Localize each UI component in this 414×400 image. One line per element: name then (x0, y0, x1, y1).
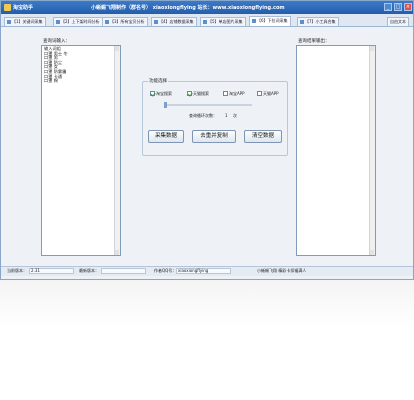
checkbox-taobao-app[interactable]: 淘宝APP (223, 91, 245, 97)
repeat-count-unit: 次 (233, 113, 237, 118)
checkbox-checked-icon[interactable] (150, 91, 155, 96)
checkbox-taobao-search[interactable]: 淘宝搜索 (150, 91, 172, 97)
checkbox-tmall-app[interactable]: 天猫APP (257, 91, 279, 97)
repeat-count-slider[interactable] (164, 102, 252, 108)
latest-version-label: 最新版本： (79, 268, 99, 273)
tab-all-items[interactable]: 【3】所有宝贝分析 (102, 17, 148, 26)
title-bar: 淘宝助手 小蜥蜴飞翔制作（群名号） xiaoxiongflying 站长：www… (1, 1, 413, 14)
checkbox-unchecked-icon[interactable] (223, 91, 228, 96)
vertical-scrollbar[interactable] (369, 46, 375, 255)
maximize-button[interactable]: □ (394, 3, 402, 11)
tab-shop-data[interactable]: 【4】店铺数据采集 (151, 17, 197, 26)
tab-icon (105, 19, 109, 24)
checkbox-unchecked-icon[interactable] (257, 91, 262, 96)
repeat-count-value: 1 (225, 113, 228, 118)
query-line: 口罩 棉 (44, 78, 58, 84)
app-name: 淘宝助手 (13, 5, 34, 11)
tab-shop-images[interactable]: 【5】单店图片采集 (200, 17, 246, 26)
tab-strip: 【1】关键词采集 【2】上下架时间分析 【3】所有宝贝分析 【4】店铺数据采集 … (1, 14, 413, 27)
slider-thumb[interactable] (164, 102, 167, 108)
minimize-button[interactable]: _ (384, 3, 392, 11)
tab-keyword-collect[interactable]: 【1】关键词采集 (4, 17, 46, 26)
version-label: 当前版本： (7, 268, 27, 273)
author-note: 小蜥蜴飞翔 精彩卡扣福满人 (257, 268, 307, 273)
latest-version-value (101, 268, 146, 274)
repeat-count-label: 查询循环次数： (189, 113, 217, 118)
vertical-scrollbar[interactable] (114, 46, 120, 255)
tab-listing-time[interactable]: 【2】上下架时间分析 (53, 17, 103, 26)
tab-icon (203, 19, 207, 24)
query-output-label: 查询结果输出： (298, 39, 330, 44)
tab-icon (7, 19, 11, 24)
scroll-down-arrow-icon[interactable] (370, 250, 374, 255)
author-qq-label: 作者QQ号： (154, 268, 177, 273)
options-group-title: 功能选择 (148, 78, 168, 84)
status-bar: 当前版本： 2.31 最新版本： 作者QQ号： xiaoxiongflying … (1, 266, 413, 276)
scroll-down-arrow-icon[interactable] (115, 250, 119, 255)
tab-icon (56, 19, 60, 24)
tab-free-text[interactable]: 自由文本 (387, 17, 409, 26)
checkbox-checked-icon[interactable] (187, 91, 192, 96)
query-input-textarea[interactable]: 输入词组 口罩 男士 冬 口罩 男 口罩 防尘 口罩 女 口罩 防雾霾 口罩 卡… (41, 45, 121, 256)
query-output-textarea[interactable] (296, 45, 376, 256)
faded-reflection (0, 280, 414, 400)
tab-icon (252, 18, 256, 23)
author-qq-value: xiaoxiongflying (176, 268, 231, 274)
scroll-up-arrow-icon[interactable] (370, 46, 374, 51)
tab-icon (300, 19, 304, 24)
app-logo-icon (4, 4, 11, 11)
app-window: 淘宝助手 小蜥蜴飞翔制作（群名号） xiaoxiongflying 站长：www… (0, 0, 414, 280)
tab-tools[interactable]: 【7】小工具合集 (297, 17, 339, 26)
query-input-label: 查询词输入： (43, 39, 70, 44)
dedupe-copy-button[interactable]: 去重并复制 (192, 130, 236, 143)
version-value: 2.31 (29, 268, 74, 274)
tab-icon (154, 19, 158, 24)
collect-data-button[interactable]: 采集数据 (148, 130, 184, 143)
scroll-up-arrow-icon[interactable] (115, 46, 119, 51)
close-button[interactable]: × (404, 3, 412, 11)
checkbox-tmall-search[interactable]: 天猫搜索 (187, 91, 209, 97)
tab-dropdown-words[interactable]: 【6】下拉词采集 (249, 16, 291, 26)
clear-data-button[interactable]: 清空数据 (244, 130, 282, 143)
window-headline: 小蜥蜴飞翔制作（群名号） xiaoxiongflying 站长：www.xiao… (91, 5, 285, 11)
